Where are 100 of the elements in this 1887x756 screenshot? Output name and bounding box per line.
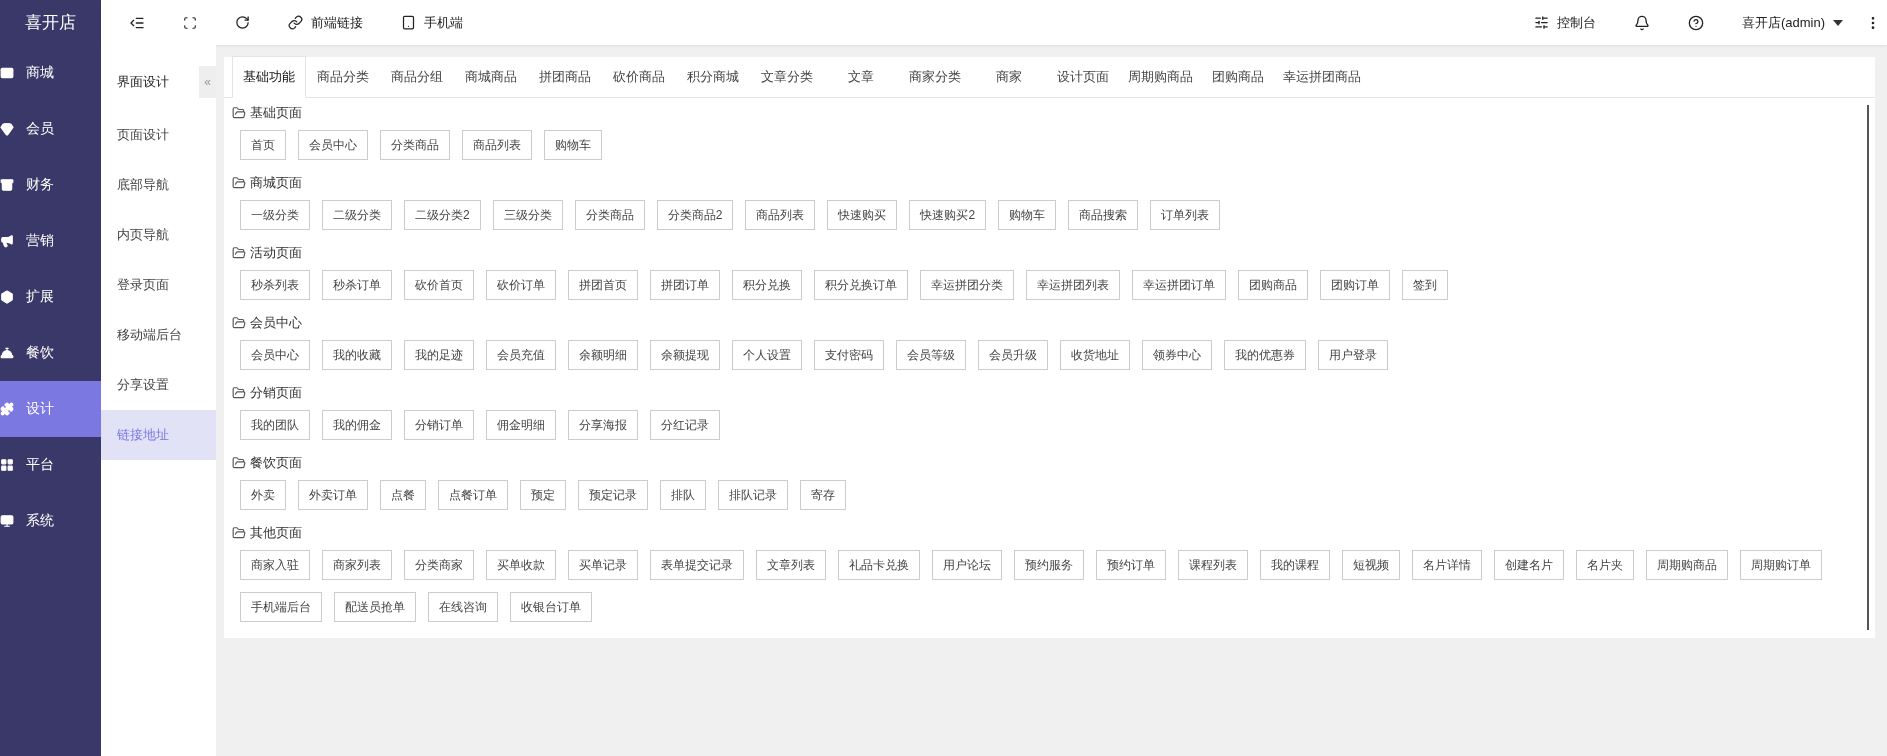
scrollbar[interactable]: [1867, 105, 1869, 630]
page-link-button[interactable]: 分类商品: [380, 130, 450, 160]
page-link-button[interactable]: 秒杀列表: [240, 270, 310, 300]
refresh-button[interactable]: [235, 15, 250, 30]
nav-item[interactable]: 设计: [0, 381, 101, 437]
page-link-button[interactable]: 团购商品: [1238, 270, 1308, 300]
page-link-button[interactable]: 分销订单: [404, 410, 474, 440]
page-link-button[interactable]: 首页: [240, 130, 286, 160]
page-link-button[interactable]: 名片详情: [1412, 550, 1482, 580]
page-link-button[interactable]: 创建名片: [1494, 550, 1564, 580]
page-link-button[interactable]: 周期购商品: [1646, 550, 1728, 580]
page-link-button[interactable]: 排队记录: [718, 480, 788, 510]
tab[interactable]: 商品分类: [306, 56, 380, 97]
subnav-item[interactable]: 内页导航: [101, 210, 216, 260]
page-link-button[interactable]: 领券中心: [1142, 340, 1212, 370]
page-link-button[interactable]: 手机端后台: [240, 592, 322, 622]
page-link-button[interactable]: 课程列表: [1178, 550, 1248, 580]
page-link-button[interactable]: 买单收款: [486, 550, 556, 580]
page-link-button[interactable]: 会员中心: [298, 130, 368, 160]
page-link-button[interactable]: 分享海报: [568, 410, 638, 440]
page-link-button[interactable]: 会员升级: [978, 340, 1048, 370]
page-link-button[interactable]: 寄存: [800, 480, 846, 510]
page-link-button[interactable]: 短视频: [1342, 550, 1400, 580]
subnav-item[interactable]: 页面设计: [101, 110, 216, 160]
nav-item[interactable]: 财务: [0, 157, 101, 213]
page-link-button[interactable]: 商品搜索: [1068, 200, 1139, 230]
tab[interactable]: 拼团商品: [528, 56, 602, 97]
page-link-button[interactable]: 一级分类: [240, 200, 310, 230]
tab[interactable]: 团购商品: [1201, 56, 1275, 97]
page-link-button[interactable]: 拼团订单: [650, 270, 720, 300]
nav-item[interactable]: 扩展: [0, 269, 101, 325]
page-link-button[interactable]: 订单列表: [1150, 200, 1221, 230]
tab[interactable]: 周期购商品: [1120, 56, 1201, 97]
page-link-button[interactable]: 礼品卡兑换: [838, 550, 920, 580]
page-link-button[interactable]: 余额明细: [568, 340, 638, 370]
tab[interactable]: 商品分组: [380, 56, 454, 97]
notification-button[interactable]: [1633, 14, 1650, 31]
page-link-button[interactable]: 点餐订单: [438, 480, 508, 510]
page-link-button[interactable]: 分红记录: [650, 410, 720, 440]
tab[interactable]: 设计页面: [1046, 56, 1120, 97]
page-link-button[interactable]: 幸运拼团分类: [920, 270, 1014, 300]
help-button[interactable]: [1687, 14, 1704, 31]
page-link-button[interactable]: 预定记录: [578, 480, 648, 510]
page-link-button[interactable]: 砍价首页: [404, 270, 474, 300]
page-link-button[interactable]: 商家入驻: [240, 550, 310, 580]
page-link-button[interactable]: 积分兑换: [732, 270, 802, 300]
nav-item[interactable]: 会员: [0, 101, 101, 157]
page-link-button[interactable]: 我的优惠券: [1224, 340, 1306, 370]
page-link-button[interactable]: 拼团首页: [568, 270, 638, 300]
page-link-button[interactable]: 我的收藏: [322, 340, 392, 370]
page-link-button[interactable]: 分类商品2: [656, 200, 734, 230]
page-link-button[interactable]: 快速购买: [827, 200, 898, 230]
page-link-button[interactable]: 收银台订单: [510, 592, 592, 622]
tab[interactable]: 砍价商品: [602, 56, 676, 97]
tab[interactable]: 基础功能: [232, 56, 306, 98]
nav-item[interactable]: 营销: [0, 213, 101, 269]
page-link-button[interactable]: 秒杀订单: [322, 270, 392, 300]
page-link-button[interactable]: 会员中心: [240, 340, 310, 370]
tab[interactable]: 文章: [824, 56, 898, 97]
page-link-button[interactable]: 签到: [1402, 270, 1448, 300]
tab[interactable]: 商家: [972, 56, 1046, 97]
tab[interactable]: 商城商品: [454, 56, 528, 97]
page-link-button[interactable]: 我的团队: [240, 410, 310, 440]
tab[interactable]: 文章分类: [750, 56, 824, 97]
page-link-button[interactable]: 分类商品: [574, 200, 645, 230]
page-link-button[interactable]: 外卖: [240, 480, 286, 510]
page-link-button[interactable]: 幸运拼团订单: [1132, 270, 1226, 300]
page-link-button[interactable]: 排队: [660, 480, 706, 510]
subnav-item[interactable]: 移动端后台: [101, 310, 216, 360]
toolbar-link[interactable]: 手机端: [401, 13, 463, 32]
nav-item[interactable]: 餐饮: [0, 325, 101, 381]
page-link-button[interactable]: 配送员抢单: [334, 592, 416, 622]
page-link-button[interactable]: 会员充值: [486, 340, 556, 370]
page-link-button[interactable]: 预约订单: [1096, 550, 1166, 580]
page-link-button[interactable]: 三级分类: [492, 200, 563, 230]
page-link-button[interactable]: 佣金明细: [486, 410, 556, 440]
page-link-button[interactable]: 商品列表: [745, 200, 816, 230]
page-link-button[interactable]: 点餐: [380, 480, 426, 510]
page-link-button[interactable]: 购物车: [544, 130, 602, 160]
page-link-button[interactable]: 表单提交记录: [650, 550, 744, 580]
page-link-button[interactable]: 外卖订单: [298, 480, 368, 510]
nav-item[interactable]: 系统: [0, 493, 101, 549]
page-link-button[interactable]: 砍价订单: [486, 270, 556, 300]
page-link-button[interactable]: 在线咨询: [428, 592, 498, 622]
page-link-button[interactable]: 分类商家: [404, 550, 474, 580]
page-link-button[interactable]: 会员等级: [896, 340, 966, 370]
page-link-button[interactable]: 支付密码: [814, 340, 884, 370]
page-link-button[interactable]: 快速购买2: [909, 200, 987, 230]
page-link-button[interactable]: 积分兑换订单: [814, 270, 908, 300]
page-link-button[interactable]: 预定: [520, 480, 566, 510]
fullscreen-button[interactable]: [183, 15, 197, 30]
page-link-button[interactable]: 二级分类2: [404, 200, 481, 230]
page-link-button[interactable]: 我的佣金: [322, 410, 392, 440]
page-link-button[interactable]: 我的足迹: [404, 340, 474, 370]
tab[interactable]: 商家分类: [898, 56, 972, 97]
page-link-button[interactable]: 用户论坛: [932, 550, 1002, 580]
page-link-button[interactable]: 商家列表: [322, 550, 392, 580]
subnav-item[interactable]: 分享设置: [101, 360, 216, 410]
nav-item[interactable]: 平台: [0, 437, 101, 493]
page-link-button[interactable]: 团购订单: [1320, 270, 1390, 300]
